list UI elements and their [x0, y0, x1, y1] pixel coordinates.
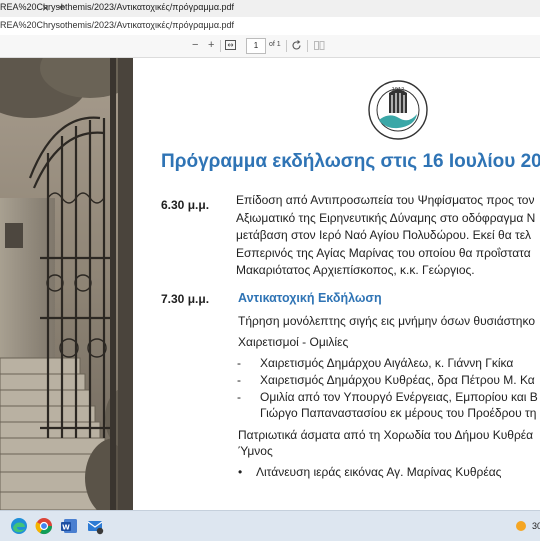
mail-icon[interactable] — [86, 517, 104, 535]
greeting-item-continuation: Γιώργο Παπαναστασίου εκ μέρους του Προέδ… — [260, 406, 537, 420]
dash-marker: - — [237, 390, 241, 404]
greeting-item: Χαιρετισμός Δημάρχου Αιγάλεω, κ. Γιάννη … — [260, 356, 514, 370]
greeting-item: Χαιρετισμός Δημάρχου Κυθρέας, δρα Πέτρου… — [260, 373, 535, 387]
description-line: Εσπερινός της Αγίας Μαρίνας του οποίου θ… — [236, 245, 531, 260]
zoom-out-button[interactable]: − — [192, 39, 198, 51]
emblem-year: 1912 — [392, 87, 405, 93]
songs-line: Πατριωτικά άσματα από τη Χορωδία του Δήμ… — [238, 428, 534, 442]
fit-page-icon[interactable] — [225, 40, 236, 53]
two-page-icon[interactable] — [314, 40, 325, 54]
edge-icon[interactable] — [10, 517, 28, 535]
address-text[interactable]: REA%20Chrysothemis/2023/Αντικατοχικές/πρ… — [0, 20, 234, 30]
pdf-toolbar: − + 1 of 1 — [0, 35, 540, 58]
toolbar-divider — [220, 40, 221, 52]
svg-text:W: W — [62, 524, 70, 532]
anthem-line: Ύμνος — [238, 444, 273, 458]
bullet-marker: • — [238, 465, 243, 479]
gate-photo — [0, 58, 133, 510]
greeting-item: Ομιλία από τον Υπουργό Ενέργειας, Εμπορί… — [260, 390, 538, 404]
pdf-page: 1912 Πρόγραμμα εκδήλωσης στις 16 Ιουλίου… — [133, 58, 540, 510]
page-count-label: of 1 — [269, 41, 281, 48]
toolbar-divider — [286, 40, 287, 52]
weather-icon[interactable] — [514, 519, 528, 533]
rotate-icon[interactable] — [291, 40, 302, 54]
section-heading: Αντικατοχική Εκδήλωση — [238, 291, 382, 305]
toolbar-divider — [307, 40, 308, 52]
silence-line: Τήρηση μονόλεπτης σιγής εις μνήμην όσων … — [238, 314, 535, 328]
municipality-emblem: 1912 — [365, 80, 431, 145]
zoom-in-button[interactable]: + — [208, 39, 214, 51]
tab-close-button[interactable]: × — [42, 1, 49, 15]
greetings-heading: Χαιρετισμοί - Ομιλίες — [238, 335, 349, 349]
description-line: Μακαριότατος Αρχιεπίσκοπος, κ.κ. Γεώργιο… — [236, 263, 475, 277]
description-line: Επίδοση από Αντιπροσωπεία του Ψηφίσματος… — [236, 193, 535, 207]
chrome-icon[interactable] — [35, 517, 53, 535]
tab-strip: REA%20Chrysothemis/2023/Αντικατοχικές/πρ… — [0, 0, 540, 18]
tab-title[interactable]: REA%20Chrysothemis/2023/Αντικατοχικές/πρ… — [0, 2, 234, 12]
description-line: μετάβαση στον Ιερό Ναό Αγίου Πολυδώρου. … — [236, 228, 532, 242]
dash-marker: - — [237, 356, 241, 370]
taskbar: W 30 — [0, 510, 540, 541]
time-label: 7.30 μ.μ. — [161, 292, 210, 306]
address-bar[interactable]: REA%20Chrysothemis/2023/Αντικατοχικές/πρ… — [0, 17, 540, 36]
time-label: 6.30 μ.μ. — [161, 198, 210, 212]
weather-temperature[interactable]: 30 — [532, 521, 540, 531]
new-tab-button[interactable]: + — [58, 0, 66, 14]
description-line: Αξιωματικό της Ειρηνευτικής Δύναμης στο … — [236, 210, 536, 225]
document-title: Πρόγραμμα εκδήλωσης στις 16 Ιουλίου 20 — [161, 151, 540, 172]
procession-line: Λιτάνευση ιεράς εικόνας Αγ. Μαρίνας Κυθρ… — [256, 465, 502, 479]
page-number-input[interactable]: 1 — [246, 38, 266, 54]
word-icon[interactable]: W — [60, 517, 78, 535]
dash-marker: - — [237, 373, 241, 387]
